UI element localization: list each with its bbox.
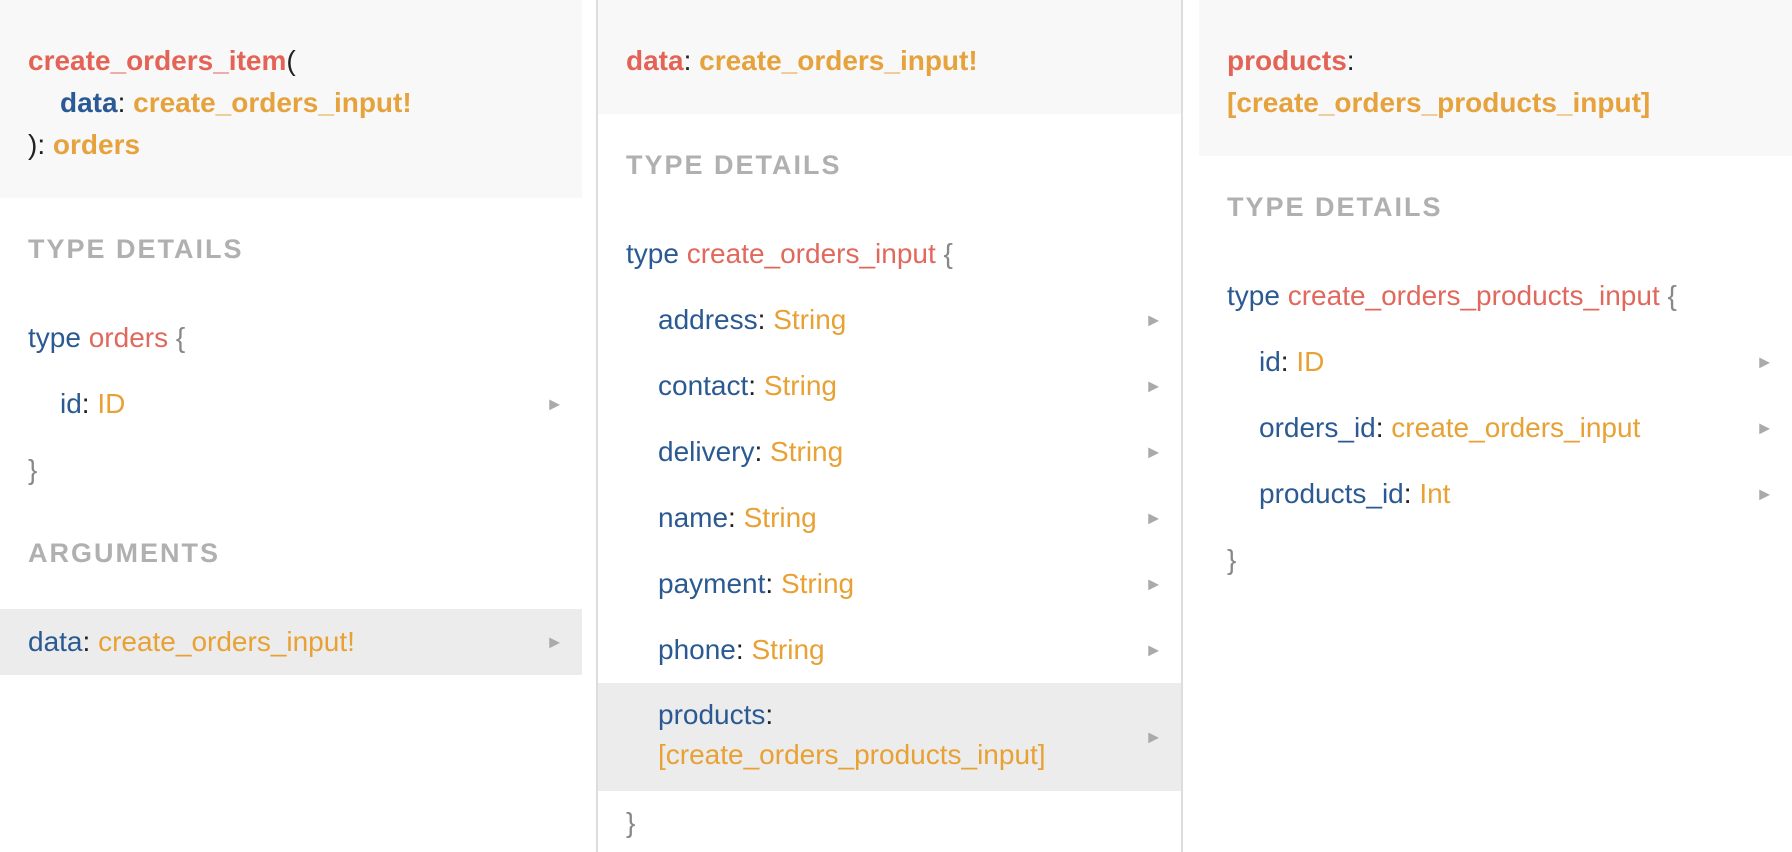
field-name: payment xyxy=(658,568,766,599)
type-field-row-selected[interactable]: products: [create_orders_products_input] … xyxy=(598,683,1181,791)
close-paren: ): xyxy=(28,129,46,160)
close-brace: } xyxy=(1227,544,1237,575)
type-keyword: type xyxy=(626,238,679,269)
field-name: phone xyxy=(658,634,736,665)
type-declaration: type create_orders_products_input { xyxy=(1227,276,1677,316)
type-field-row[interactable]: contact: String ▶ xyxy=(598,353,1181,419)
colon: : xyxy=(765,568,774,599)
doc-explorer: create_orders_item( data: create_orders_… xyxy=(0,0,1792,852)
type-field-row[interactable]: products_id: Int ▶ xyxy=(1199,461,1792,527)
colon: : xyxy=(82,626,91,657)
type-field-row[interactable]: orders_id: create_orders_input ▶ xyxy=(1199,395,1792,461)
field-type-link[interactable]: String xyxy=(764,370,837,401)
type-declaration: type create_orders_input { xyxy=(626,234,953,274)
colon: : xyxy=(757,304,766,335)
field-name: name xyxy=(658,502,729,533)
column-header: create_orders_item( data: create_orders_… xyxy=(0,0,582,198)
type-link[interactable]: create_orders_input! xyxy=(699,45,978,76)
field-name: contact xyxy=(658,370,749,401)
type-keyword: type xyxy=(1227,280,1280,311)
chevron-right-icon: ▶ xyxy=(549,395,560,412)
field-name: id xyxy=(60,388,82,419)
type-details-title: TYPE DETAILS xyxy=(28,234,244,264)
colon: : xyxy=(1346,45,1355,76)
field-type-link[interactable]: create_orders_input xyxy=(1391,412,1640,443)
open-brace: { xyxy=(943,238,953,269)
chevron-right-icon: ▶ xyxy=(1148,377,1159,394)
chevron-right-icon: ▶ xyxy=(549,633,560,650)
type-field-row[interactable]: name: String ▶ xyxy=(598,485,1181,551)
chevron-right-icon: ▶ xyxy=(1148,575,1159,592)
type-field-row[interactable]: phone: String ▶ xyxy=(598,617,1181,683)
type-field-row[interactable]: delivery: String ▶ xyxy=(598,419,1181,485)
chevron-right-icon: ▶ xyxy=(1148,443,1159,460)
field-type-link[interactable]: String xyxy=(773,304,846,335)
type-details-title: TYPE DETAILS xyxy=(1227,192,1443,222)
type-field-row[interactable]: payment: String ▶ xyxy=(598,551,1181,617)
return-type-link[interactable]: orders xyxy=(53,129,140,160)
type-name: orders xyxy=(88,322,169,353)
colon: : xyxy=(1403,478,1412,509)
type-name: create_orders_products_input xyxy=(1287,280,1660,311)
field-name: products_id xyxy=(1259,478,1404,509)
field-name: delivery xyxy=(658,436,755,467)
colon: : xyxy=(765,699,774,730)
type-declaration: type orders { xyxy=(28,318,185,358)
colon: : xyxy=(754,436,763,467)
chevron-right-icon: ▶ xyxy=(1759,419,1770,436)
type-name: create_orders_input xyxy=(686,238,936,269)
field-name: products xyxy=(658,699,766,730)
close-brace: } xyxy=(28,454,38,485)
argument-name: data xyxy=(28,626,83,657)
field-name: create_orders_item xyxy=(28,45,287,76)
chevron-right-icon: ▶ xyxy=(1148,641,1159,658)
field-name: address xyxy=(658,304,758,335)
argument-type-link[interactable]: create_orders_input! xyxy=(98,626,355,657)
chevron-right-icon: ▶ xyxy=(1148,311,1159,328)
type-keyword: type xyxy=(28,322,81,353)
type-field-row[interactable]: address: String ▶ xyxy=(598,287,1181,353)
colon: : xyxy=(1375,412,1384,443)
argument-name[interactable]: data xyxy=(60,87,118,118)
argument-type-link[interactable]: create_orders_input! xyxy=(133,87,412,118)
open-paren: ( xyxy=(286,45,296,76)
field-type-link[interactable]: String xyxy=(751,634,824,665)
arguments-title: ARGUMENTS xyxy=(28,538,220,568)
field-type-link[interactable]: String xyxy=(770,436,843,467)
field-name: id xyxy=(1259,346,1281,377)
field-type-link[interactable]: Int xyxy=(1419,478,1450,509)
colon: : xyxy=(117,87,126,118)
colon: : xyxy=(728,502,736,533)
chevron-right-icon: ▶ xyxy=(1759,353,1770,370)
type-link[interactable]: [create_orders_products_input] xyxy=(1227,87,1650,118)
chevron-right-icon: ▶ xyxy=(1759,485,1770,502)
colon: : xyxy=(81,388,90,419)
colon: : xyxy=(748,370,757,401)
field-type-link[interactable]: String xyxy=(744,502,817,533)
close-brace: } xyxy=(626,807,636,838)
column-header: products: [create_orders_products_input] xyxy=(1199,0,1792,156)
field-type-link[interactable]: [create_orders_products_input] xyxy=(658,739,1046,770)
argument-row-selected[interactable]: data: create_orders_input! ▶ xyxy=(0,609,582,675)
argument-name: data xyxy=(626,45,684,76)
open-brace: { xyxy=(1667,280,1677,311)
chevron-right-icon: ▶ xyxy=(1148,728,1159,745)
chevron-right-icon: ▶ xyxy=(1148,509,1159,526)
field-type-link[interactable]: ID xyxy=(97,388,125,419)
column-create-orders-item: create_orders_item( data: create_orders_… xyxy=(0,0,582,852)
colon: : xyxy=(683,45,692,76)
field-type-link[interactable]: String xyxy=(781,568,854,599)
colon: : xyxy=(735,634,744,665)
type-field-row[interactable]: id: ID ▶ xyxy=(1199,329,1792,395)
field-type-link[interactable]: ID xyxy=(1296,346,1324,377)
column-create-orders-input: data: create_orders_input! TYPE DETAILS … xyxy=(596,0,1183,852)
open-brace: { xyxy=(175,322,186,353)
column-header: data: create_orders_input! xyxy=(598,0,1181,114)
field-name: orders_id xyxy=(1259,412,1376,443)
column-create-orders-products-input: products: [create_orders_products_input]… xyxy=(1199,0,1792,852)
field-name: products xyxy=(1227,45,1347,76)
colon: : xyxy=(1280,346,1289,377)
type-details-title: TYPE DETAILS xyxy=(626,150,842,180)
type-field-row[interactable]: id: ID ▶ xyxy=(0,371,582,437)
